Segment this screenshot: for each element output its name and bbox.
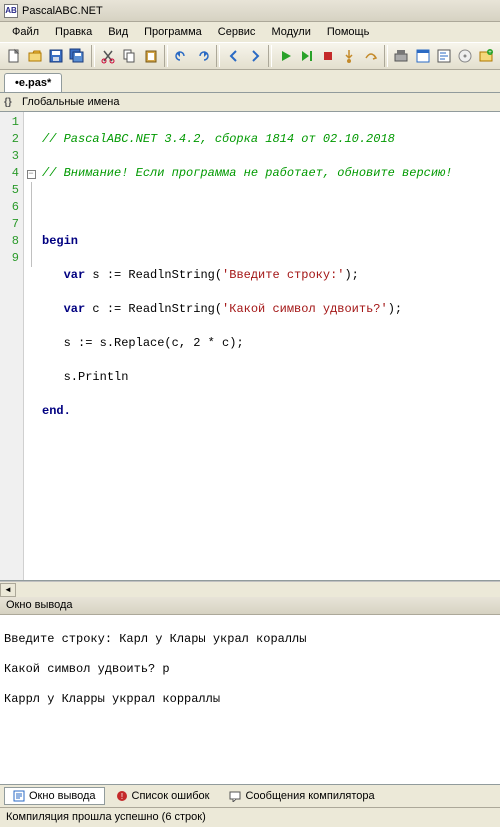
menu-bar: Файл Правка Вид Программа Сервис Модули … <box>0 22 500 42</box>
line-gutter: 1 2 3 4 5 6 7 8 9 <box>0 112 24 580</box>
undo-button[interactable] <box>172 45 191 67</box>
bottom-tab-bar: Окно вывода ! Список ошибок Сообщения ко… <box>0 785 500 807</box>
status-text: Компиляция прошла успешно (6 строк) <box>6 811 206 823</box>
save-all-button[interactable] <box>68 45 87 67</box>
form-code-button[interactable] <box>434 45 453 67</box>
stop-button[interactable] <box>319 45 338 67</box>
tab-output[interactable]: Окно вывода <box>4 787 105 805</box>
code-line <box>42 199 500 216</box>
scroll-left-button[interactable]: ◄ <box>0 583 16 597</box>
menu-file[interactable]: Файл <box>4 24 47 40</box>
app-icon: AB <box>4 4 18 18</box>
toolbar-separator <box>216 45 220 67</box>
menu-modules[interactable]: Модули <box>263 24 318 40</box>
step-into-button[interactable] <box>340 45 359 67</box>
output-line: Введите строку: Карл у Клары украл корал… <box>4 632 496 647</box>
copy-button[interactable] <box>120 45 139 67</box>
toolbar-separator <box>91 45 95 67</box>
tab-compiler-label: Сообщения компилятора <box>245 790 374 802</box>
output-panel-header: Окно вывода <box>0 597 500 615</box>
title-bar: AB PascalABC.NET <box>0 0 500 22</box>
window-title: PascalABC.NET <box>22 5 103 17</box>
code-line: begin <box>42 233 500 250</box>
file-tab-bar: •e.pas* <box>0 70 500 92</box>
code-line: var s := ReadlnString('Введите строку:')… <box>42 267 500 284</box>
tab-output-label: Окно вывода <box>29 790 96 802</box>
save-button[interactable] <box>46 45 65 67</box>
new-project-button[interactable]: + <box>477 45 496 67</box>
toolbar: + <box>0 42 500 70</box>
cut-button[interactable] <box>99 45 118 67</box>
fold-toggle[interactable]: − <box>27 170 36 179</box>
output-line: Какой символ удвоить? р <box>4 662 496 677</box>
open-file-button[interactable] <box>25 45 44 67</box>
code-line: s := s.Replace(c, 2 * c); <box>42 335 500 352</box>
names-panel-label: Глобальные имена <box>22 96 120 108</box>
toolbar-separator <box>384 45 388 67</box>
horizontal-scrollbar[interactable]: ◄ <box>0 581 500 597</box>
file-tab[interactable]: •e.pas* <box>4 73 62 92</box>
menu-view[interactable]: Вид <box>100 24 136 40</box>
paste-button[interactable] <box>141 45 160 67</box>
status-bar: Компиляция прошла успешно (6 строк) <box>0 807 500 827</box>
names-panel[interactable]: {} Глобальные имена <box>0 92 500 112</box>
fold-column: − <box>24 112 38 580</box>
menu-service[interactable]: Сервис <box>210 24 264 40</box>
run-button[interactable] <box>276 45 295 67</box>
new-file-button[interactable] <box>4 45 23 67</box>
code-line: // PascalABC.NET 3.4.2, сборка 1814 от 0… <box>42 131 500 148</box>
output-panel[interactable]: Введите строку: Карл у Клары украл корал… <box>0 615 500 785</box>
svg-text:!: ! <box>120 792 122 801</box>
code-editor[interactable]: 1 2 3 4 5 6 7 8 9 − // PascalABC.NET 3.4… <box>0 112 500 581</box>
code-area[interactable]: // PascalABC.NET 3.4.2, сборка 1814 от 0… <box>38 112 500 580</box>
toolbar-separator <box>164 45 168 67</box>
braces-icon: {} <box>4 97 18 108</box>
messages-icon <box>229 790 241 802</box>
menu-help[interactable]: Помощь <box>319 24 378 40</box>
errors-icon: ! <box>116 790 128 802</box>
nav-back-button[interactable] <box>224 45 243 67</box>
menu-program[interactable]: Программа <box>136 24 210 40</box>
output-panel-title: Окно вывода <box>6 599 73 611</box>
output-icon <box>13 790 25 802</box>
tab-compiler-messages[interactable]: Сообщения компилятора <box>220 787 383 805</box>
compile-button[interactable] <box>392 45 411 67</box>
output-line: Каррл у Кларры укррал корраллы <box>4 692 496 707</box>
redo-button[interactable] <box>193 45 212 67</box>
code-line: s.Println <box>42 369 500 386</box>
nav-forward-button[interactable] <box>245 45 264 67</box>
form-designer-button[interactable] <box>413 45 432 67</box>
tab-errors[interactable]: ! Список ошибок <box>107 787 219 805</box>
code-line: var c := ReadlnString('Какой символ удво… <box>42 301 500 318</box>
disk-button[interactable] <box>455 45 474 67</box>
toolbar-separator <box>268 45 272 67</box>
code-line: end. <box>42 403 500 420</box>
menu-edit[interactable]: Правка <box>47 24 100 40</box>
run-no-debug-button[interactable] <box>297 45 316 67</box>
step-over-button[interactable] <box>361 45 380 67</box>
tab-errors-label: Список ошибок <box>132 790 210 802</box>
code-line: // Внимание! Если программа не работает,… <box>42 165 500 182</box>
svg-text:+: + <box>488 50 492 56</box>
